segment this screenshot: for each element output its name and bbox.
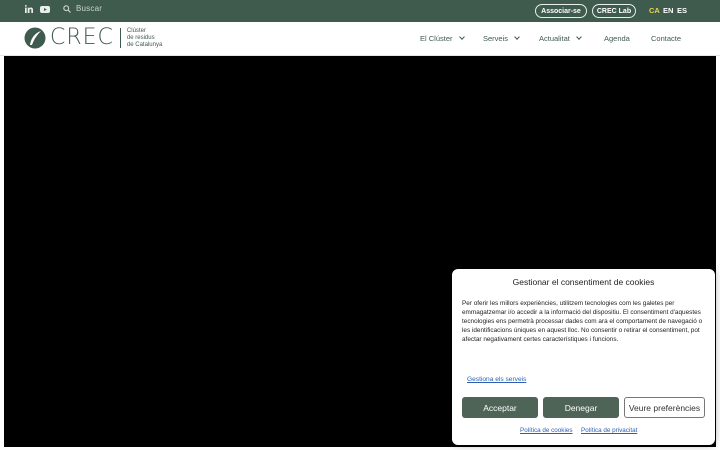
chevron-down-icon [576, 34, 582, 40]
logo-tagline-line: de Catalunya [126, 41, 163, 48]
nav-label: Agenda [604, 34, 630, 43]
nav-label: El Clúster [420, 34, 453, 43]
associate-button[interactable]: Associar-se [535, 4, 587, 18]
top-bar: Buscar Associar-se CREC Lab CA EN ES [0, 0, 720, 22]
nav-agenda[interactable]: Agenda [604, 34, 630, 43]
search-icon [63, 4, 71, 13]
nav-label: Contacte [651, 34, 682, 43]
logo-tagline: Clúster de residus de Catalunya [127, 28, 162, 49]
chevron-down-icon [514, 34, 520, 40]
nav-serveis[interactable]: Serveis [483, 34, 520, 43]
main-header: CREC Clúster de residus de Catalunya El … [0, 22, 720, 56]
lang-es[interactable]: ES [677, 6, 687, 15]
cookie-description: Per oferir les millors experiències, uti… [462, 300, 703, 343]
privacy-policy-link[interactable]: Política de privacitat [581, 427, 637, 434]
linkedin-icon[interactable] [25, 5, 33, 13]
logo-wordmark: CREC [50, 25, 114, 50]
accept-button[interactable]: Acceptar [462, 397, 538, 418]
lang-ca[interactable]: CA [649, 6, 660, 15]
nav-label: Serveis [483, 34, 509, 43]
leaf-icon [24, 27, 46, 49]
chevron-down-icon [458, 34, 465, 40]
search-field[interactable]: Buscar [63, 4, 102, 13]
logo-tagline-line: de residus [126, 34, 155, 41]
search-placeholder: Buscar [76, 4, 103, 13]
crec-logo[interactable]: CREC Clúster de residus de Catalunya [24, 27, 162, 49]
logo-tagline-line: Clúster [126, 27, 146, 34]
logo-separator [119, 28, 121, 48]
cookie-policy-link[interactable]: Política de cookies [520, 427, 573, 434]
youtube-icon[interactable] [40, 6, 50, 13]
nav-actualitat[interactable]: Actualitat [539, 34, 582, 43]
preferences-button[interactable]: Veure preferències [624, 397, 705, 418]
nav-contacte[interactable]: Contacte [651, 34, 681, 43]
crec-lab-button[interactable]: CREC Lab [592, 4, 636, 18]
lang-en[interactable]: EN [663, 6, 673, 15]
nav-el-cluster[interactable]: El Clúster [420, 34, 465, 43]
cookie-consent-dialog: Gestionar el consentiment de cookies Per… [452, 269, 715, 445]
nav-label: Actualitat [539, 34, 570, 43]
cookie-title: Gestionar el consentiment de cookies [512, 277, 655, 287]
manage-services-link[interactable]: Gestiona els serveis [467, 376, 526, 383]
deny-button[interactable]: Denegar [543, 397, 619, 418]
